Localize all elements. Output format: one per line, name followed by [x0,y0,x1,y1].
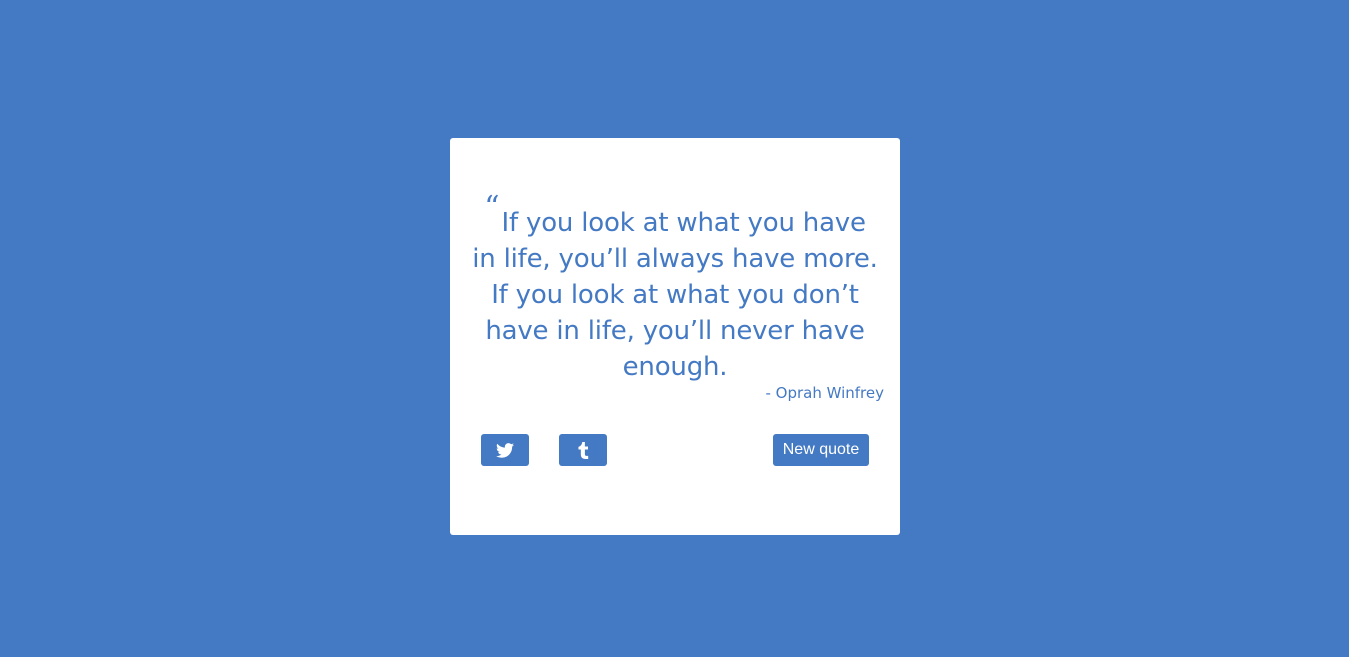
quote-author: - Oprah Winfrey [765,384,884,402]
quote-mark-icon: “ [484,190,500,225]
twitter-icon [496,442,514,458]
quote-card: “If you look at what you have in life, y… [450,138,900,535]
quote-text: If you look at what you have in life, yo… [472,208,878,382]
new-quote-button[interactable]: New quote [773,434,869,466]
tumblr-button[interactable] [559,434,607,466]
tweet-button[interactable] [481,434,529,466]
tumblr-icon [577,441,589,459]
quote-box: “If you look at what you have in life, y… [470,193,880,385]
